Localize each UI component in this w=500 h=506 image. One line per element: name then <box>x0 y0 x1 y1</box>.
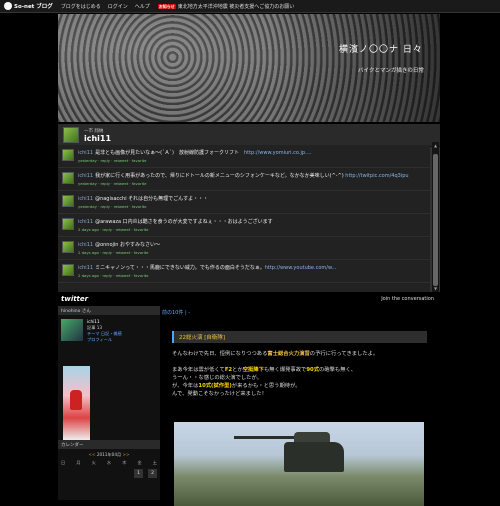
calendar-month: << 2011年04月 >> <box>58 452 160 458</box>
tweet-avatar[interactable] <box>62 241 74 253</box>
nav-start-blog[interactable]: ブログをはじめる <box>61 3 101 10</box>
calendar-next[interactable]: >> <box>123 452 130 457</box>
calendar-title: カレンダー <box>58 440 160 449</box>
calendar-row: 1 2 <box>61 469 157 478</box>
calendar-prev[interactable]: << <box>88 452 95 457</box>
tweet: ichi11 @onnojin おやすみなさい～ 2 days ago · repl… <box>58 237 430 260</box>
top-bar: So-net ブログ ブログをはじめる ログイン ヘルプ お知らせ 東北地方太平洋… <box>0 0 500 13</box>
twitter-footer: twitter Join the conversation <box>58 292 440 306</box>
weekday: 火 <box>91 460 96 465</box>
twitter-logo[interactable]: twitter <box>61 295 88 303</box>
notice-badge: お知らせ <box>157 3 176 9</box>
profile-link[interactable]: プロフィール <box>87 337 122 343</box>
article-paragraph: うーん・・な感じの総火演でしたが。 <box>172 375 262 381</box>
tweet-avatar[interactable] <box>62 218 74 230</box>
calendar-weekdays: 日 月 火 水 木 金 土 <box>61 460 157 466</box>
calendar-day[interactable]: 2 <box>148 469 157 478</box>
tweet-user[interactable]: ichi11 <box>78 196 93 202</box>
tweet-avatar[interactable] <box>62 195 74 207</box>
tank-gun <box>234 436 296 439</box>
article-paragraph: んで、発動こそなかったけど来ました！ <box>172 391 267 397</box>
tweet: ichi11 是非とも画像が見たいなぁ～(´Ａ`) 放射線防護フォークリフト ht… <box>58 145 430 168</box>
tweet-meta[interactable]: 2 days ago · reply · retweet · favorite <box>78 273 428 278</box>
tweet: ichi11 @nagisacchi それは自分も無理でごんすよ・・・ yester… <box>58 191 430 214</box>
sonet-logo-icon <box>4 2 12 10</box>
tweet-user[interactable]: ichi11 <box>78 150 93 156</box>
sidebar: hinohino さん ichi11 記事 13 テーマ 日記・雑感 プロフィー… <box>58 306 160 500</box>
weekday: 金 <box>137 460 142 465</box>
tweet-user[interactable]: ichi11 <box>78 242 93 248</box>
scroll-thumb[interactable] <box>433 154 438 286</box>
profile-picture[interactable] <box>61 319 83 341</box>
tweet: ichi11 我が家に行く用事があったので、帰りにドトールの新メニューのシフォンケ… <box>58 168 430 191</box>
weekday: 木 <box>122 460 127 465</box>
twitter-widget: 一市 翔納 ichi11 ichi11 是非とも画像が見たいなぁ～(´Ａ`) 放射… <box>58 124 440 292</box>
tweet-avatar[interactable] <box>62 264 74 276</box>
article-paragraph: そんなわけで先日、恒例になりつつある富士総合火力演習の予行に行ってきましたよ。 <box>172 351 379 357</box>
weekday: 土 <box>152 460 157 465</box>
avatar[interactable] <box>63 127 79 143</box>
prev-page-link[interactable]: 前の10件 | - <box>162 309 190 316</box>
join-conversation-link[interactable]: Join the conversation <box>381 296 434 302</box>
tweet-text: @arawaza 口内炎は酷さを食うのが大変ですよねぇ・・・おはようございます <box>95 219 273 225</box>
top-nav: ブログをはじめる ログイン ヘルプ <box>61 3 150 10</box>
blog-subtitle: バイクとマンガ描きの日常 <box>358 68 424 74</box>
tweet-text: @nagisacchi それは自分も無理でごんすよ・・・ <box>95 196 209 202</box>
tweet-meta[interactable]: yesterday · reply · retweet · favorite <box>78 158 428 163</box>
tank-hull <box>284 442 344 472</box>
tweet: ichi11 @arawaza 口内炎は酷さを食うのが大変ですよねぇ・・・おはよう… <box>58 214 430 237</box>
blog-title[interactable]: 横濱ノ〇〇ナ 日々 <box>339 42 423 55</box>
nav-help[interactable]: ヘルプ <box>135 3 150 10</box>
tweet-meta[interactable]: yesterday · reply · retweet · favorite <box>78 181 428 186</box>
main-content: 前の10件 | - 22総火演 [自衛隊] そんなわけで先日、恒例になりつつある… <box>162 306 440 506</box>
article-title[interactable]: 22総火演 [自衛隊] <box>172 331 427 343</box>
profile-box: ichi11 記事 13 テーマ 日記・雑感 プロフィール <box>58 315 160 347</box>
tweet-link[interactable]: http://www.youtube.com/w... <box>265 265 337 271</box>
twitter-profile-header: 一市 翔納 ichi11 <box>58 124 440 147</box>
calendar-month-label: 2011年04月 <box>96 452 122 457</box>
tweet-scrollbar[interactable]: ▲ ▼ <box>432 142 439 292</box>
calendar-day[interactable]: 1 <box>134 469 143 478</box>
tweet-list: ichi11 是非とも画像が見たいなぁ～(´Ａ`) 放射線防護フォークリフト ht… <box>58 145 430 292</box>
tank-photo[interactable] <box>174 422 424 506</box>
tweet-user[interactable]: ichi11 <box>78 219 93 225</box>
weekday: 日 <box>61 460 66 465</box>
nav-login[interactable]: ログイン <box>108 3 128 10</box>
tweet: ichi11 ミニキャノンって・・・馬鹿にできない威力。でも作るの面白そうだなぁ。… <box>58 260 430 283</box>
tweet-avatar[interactable] <box>62 172 74 184</box>
tweet-meta[interactable]: yesterday · reply · retweet · favorite <box>78 204 428 209</box>
weekday: 月 <box>76 460 81 465</box>
sidebar-title: hinohino さん <box>58 306 160 315</box>
scroll-down-icon[interactable]: ▼ <box>433 286 438 291</box>
tweet-text: ミニキャノンって・・・馬鹿にできない威力。でも作るの面白そうだなぁ。 <box>95 265 265 271</box>
article-paragraph: が、今年は10式(試作型)が来るかも・と思う期待が。 <box>172 383 301 389</box>
tweet-text: 我が家に行く用事があったので、帰りにドトールの新メニューのシフォンケーキなど。な… <box>95 173 346 179</box>
blog-header: 横濱ノ〇〇ナ 日々 バイクとマンガ描きの日常 <box>58 14 440 122</box>
article-paragraph: まあ今年は雲が低くてF2とか空挺降下も無く爆発事故で90式の砲撃も無く、 <box>172 367 357 373</box>
sonet-logo[interactable]: So-net ブログ <box>4 2 53 10</box>
brand-label: So-net ブログ <box>14 4 53 10</box>
tweet-text: 是非とも画像が見たいなぁ～(´Ａ`) 放射線防護フォークリフト <box>95 150 244 156</box>
notice-link[interactable]: お知らせ 東北地方太平洋沖地震 被災者支援へご協力のお願い <box>157 3 295 10</box>
article-body: そんなわけで先日、恒例になりつつある富士総合火力演習の予行に行ってきましたよ。 … <box>172 350 430 398</box>
notice-text: 東北地方太平洋沖地震 被災者支援へご協力のお願い <box>177 3 295 10</box>
tweet-text: @onnojin おやすみなさい～ <box>95 242 161 248</box>
book-cover-image[interactable] <box>63 366 90 440</box>
tweet-link[interactable]: http://twitpic.com/4q3ipu <box>345 173 408 179</box>
weekday: 水 <box>106 460 112 465</box>
cover-figure <box>70 390 82 410</box>
scroll-up-icon[interactable]: ▲ <box>433 143 438 148</box>
tweet-avatar[interactable] <box>62 149 74 161</box>
tweet-meta[interactable]: 2 days ago · reply · retweet · favorite <box>78 227 428 232</box>
tweet-user[interactable]: ichi11 <box>78 265 93 271</box>
tweet-link[interactable]: http://www.yomiuri.co.jp.... <box>244 150 311 156</box>
tweet-meta[interactable]: 2 days ago · reply · retweet · favorite <box>78 250 428 255</box>
twitter-handle[interactable]: ichi11 <box>84 134 111 143</box>
tweet-user[interactable]: ichi11 <box>78 173 93 179</box>
